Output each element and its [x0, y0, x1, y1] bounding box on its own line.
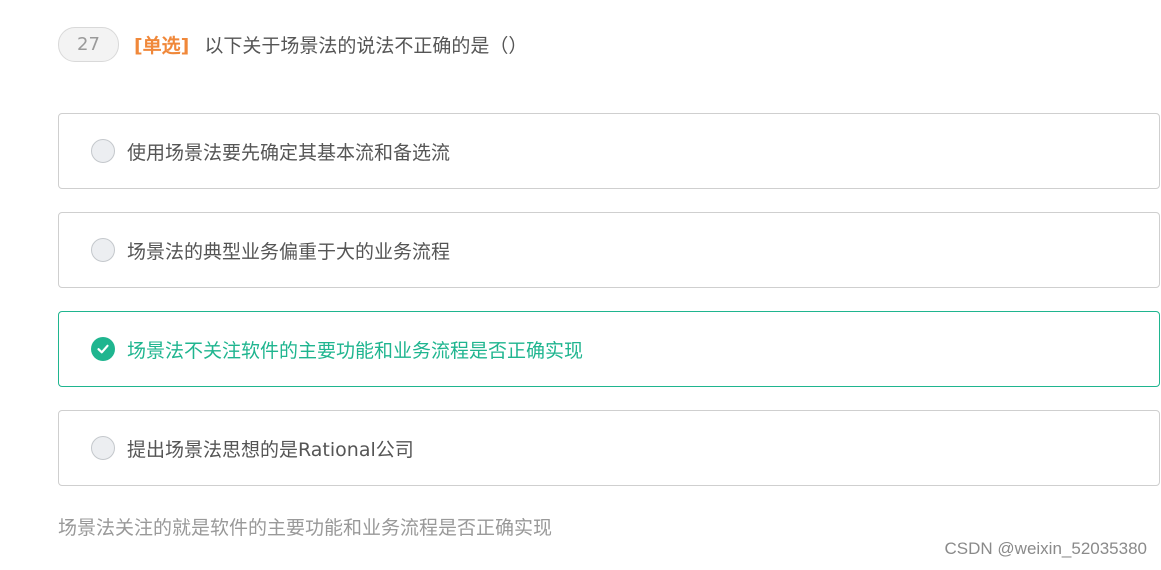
option-label: 提出场景法思想的是Rational公司 — [127, 438, 414, 461]
option-c[interactable]: 场景法不关注软件的主要功能和业务流程是否正确实现 — [58, 311, 1160, 387]
option-label: 场景法不关注软件的主要功能和业务流程是否正确实现 — [127, 339, 584, 362]
option-b[interactable]: 场景法的典型业务偏重于大的业务流程 — [58, 212, 1160, 288]
checkmark-circle-icon[interactable] — [91, 337, 115, 361]
question-text: 以下关于场景法的说法不正确的是（） — [204, 35, 528, 57]
option-label: 使用场景法要先确定其基本流和备选流 — [127, 141, 451, 164]
csdn-watermark: CSDN @weixin_52035380 — [944, 539, 1147, 558]
radio-empty-icon[interactable] — [91, 436, 115, 460]
question-page: 27 [单选] 以下关于场景法的说法不正确的是（） 使用场景法要先确定其基本流和… — [0, 0, 1161, 570]
question-header: 27 [单选] 以下关于场景法的说法不正确的是（） — [58, 27, 527, 62]
checkmark-icon — [97, 344, 109, 354]
radio-empty-icon[interactable] — [91, 238, 115, 262]
question-type-label: [单选] — [134, 35, 190, 57]
answer-explanation: 场景法关注的就是软件的主要功能和业务流程是否正确实现 — [58, 517, 553, 539]
question-number-badge: 27 — [58, 27, 119, 62]
radio-empty-icon[interactable] — [91, 139, 115, 163]
option-a[interactable]: 使用场景法要先确定其基本流和备选流 — [58, 113, 1160, 189]
option-label: 场景法的典型业务偏重于大的业务流程 — [127, 240, 451, 263]
option-d[interactable]: 提出场景法思想的是Rational公司 — [58, 410, 1160, 486]
